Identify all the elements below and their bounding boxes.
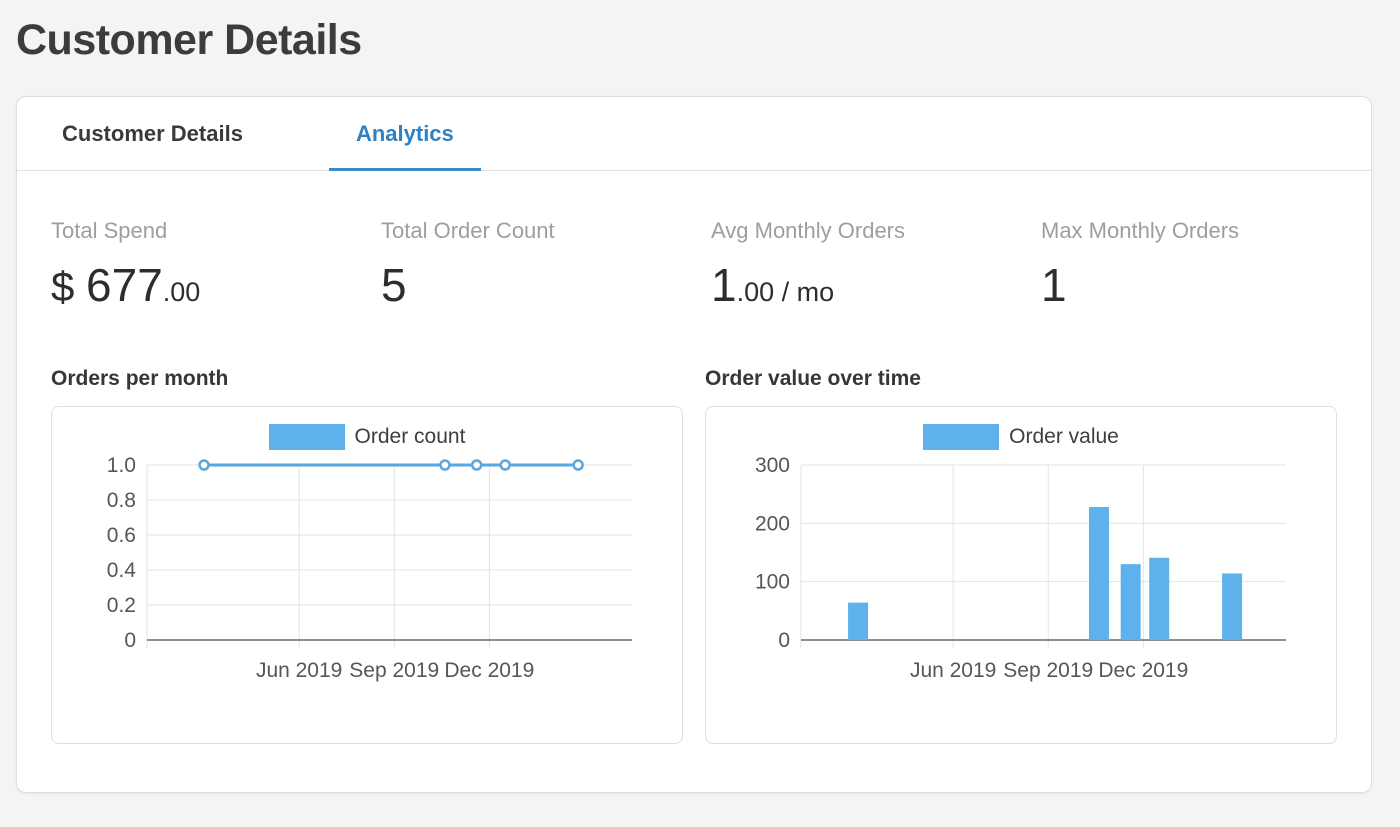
tab-customer-details[interactable]: Customer Details (35, 97, 270, 170)
chart-card-orders-per-month: Order count Jun 2019 Sep 2019Dec 2019 0 0.2… (51, 406, 683, 744)
stat-label: Total Order Count (381, 218, 711, 244)
stat-label: Total Spend (51, 218, 381, 244)
legend-order-count: Order count (52, 424, 682, 450)
svg-text:Dec 2019: Dec 2019 (1098, 659, 1188, 682)
svg-text:Jun 2019: Jun 2019 (256, 659, 342, 682)
legend-swatch (923, 424, 999, 450)
stat-avg-monthly-orders: Avg Monthly Orders 1.00 / mo (711, 218, 1041, 321)
chart-card-order-value: Order value Jun 2019 Sep 2019Dec 2019 0 100… (705, 406, 1337, 744)
svg-text:Dec 2019: Dec 2019 (444, 659, 534, 682)
charts-row: Orders per month Order count Jun 2019 Sep… (17, 367, 1371, 744)
legend-order-value: Order value (706, 424, 1336, 450)
svg-text:Jun 2019: Jun 2019 (910, 659, 996, 682)
stat-value: 1.00 / mo (711, 261, 1041, 321)
svg-text:0: 0 (778, 629, 790, 652)
page-title: Customer Details (0, 0, 1400, 66)
svg-text:0.8: 0.8 (107, 489, 136, 512)
svg-text:0.2: 0.2 (107, 594, 136, 617)
legend-swatch (269, 424, 345, 450)
stat-total-order-count: Total Order Count 5 (381, 218, 711, 321)
svg-text:1.0: 1.0 (107, 454, 136, 477)
svg-text:300: 300 (755, 454, 790, 477)
chart-canvas-order-value[interactable]: Jun 2019 Sep 2019Dec 2019 0 100 200 300 (721, 450, 1321, 695)
stat-label: Max Monthly Orders (1041, 218, 1371, 244)
legend-label: Order value (1009, 425, 1119, 449)
svg-text:200: 200 (755, 512, 790, 535)
stat-value: 1 (1041, 261, 1371, 321)
chart-heading-order-value: Order value over time (705, 367, 1337, 391)
tab-bar: Customer Details Analytics (17, 97, 1371, 171)
stat-label: Avg Monthly Orders (711, 218, 1041, 244)
orders-per-month-section: Orders per month Order count Jun 2019 Sep… (51, 367, 683, 744)
stats-row: Total Spend $ 677.00 Total Order Count 5… (17, 171, 1371, 321)
chart-canvas-orders-per-month[interactable]: Jun 2019 Sep 2019Dec 2019 0 0.2 0.4 0.6 0.8 1.0 (67, 450, 667, 695)
svg-text:Sep 2019: Sep 2019 (1003, 659, 1093, 682)
customer-card: Customer Details Analytics Total Spend $… (16, 96, 1372, 793)
svg-text:0.6: 0.6 (107, 524, 136, 547)
tab-analytics[interactable]: Analytics (329, 97, 481, 170)
svg-text:100: 100 (755, 571, 790, 594)
chart-heading-orders-per-month: Orders per month (51, 367, 683, 391)
stat-value: 5 (381, 261, 711, 321)
svg-text:0: 0 (124, 629, 136, 652)
svg-text:0.4: 0.4 (107, 559, 137, 582)
stat-total-spend: Total Spend $ 677.00 (51, 218, 381, 321)
stat-value: $ 677.00 (51, 261, 381, 321)
legend-label: Order count (355, 425, 466, 449)
svg-text:Sep 2019: Sep 2019 (349, 659, 439, 682)
order-value-section: Order value over time Order value Jun 20… (705, 367, 1337, 744)
stat-max-monthly-orders: Max Monthly Orders 1 (1041, 218, 1371, 321)
currency-prefix: $ (51, 263, 86, 310)
